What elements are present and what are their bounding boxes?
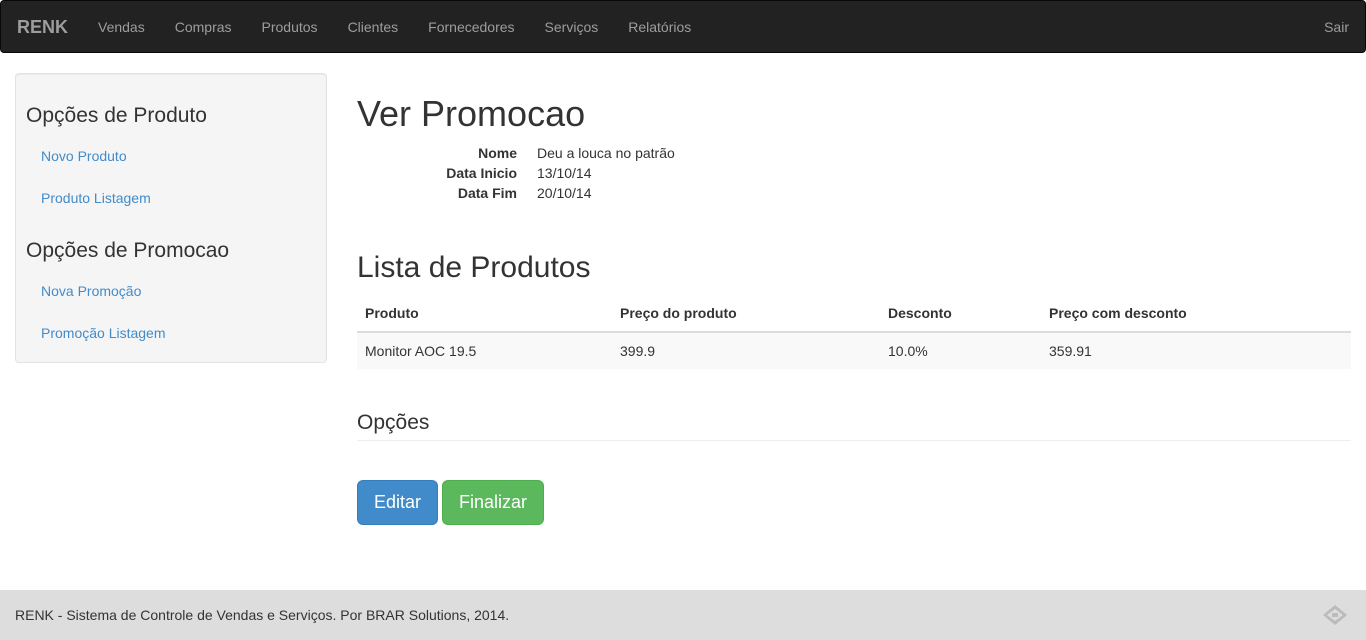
brand-link[interactable]: RENK [17,17,68,38]
logout-link[interactable]: Sair [1324,19,1349,35]
products-table: Produto Preço do produto Desconto Preço … [357,295,1351,369]
data-inicio-label: Data Inicio [446,165,517,181]
data-fim-value: 20/10/14 [537,185,592,201]
table-header-row: Produto Preço do produto Desconto Preço … [357,295,1351,333]
main-nav: Vendas Compras Produtos Clientes Fornece… [98,19,721,35]
nav-item-fornecedores[interactable]: Fornecedores [428,19,514,35]
finish-button[interactable]: Finalizar [442,480,544,525]
top-navbar: RENK Vendas Compras Produtos Clientes Fo… [0,0,1366,53]
table-row: Monitor AOC 19.5 399.9 10.0% 359.91 [357,331,1351,369]
produto-options-heading: Opções de Produto [26,104,207,127]
nome-label: Nome [478,145,517,161]
nav-item-relatorios[interactable]: Relatórios [628,19,691,35]
data-inicio-value: 13/10/14 [537,165,592,181]
feed-icon [1323,605,1347,625]
cell-preco: 399.9 [612,331,880,369]
header-desconto: Desconto [880,295,1041,333]
nav-item-servicos[interactable]: Serviços [545,19,599,35]
cell-produto: Monitor AOC 19.5 [357,331,612,369]
footer-text: RENK - Sistema de Controle de Vendas e S… [15,607,510,623]
product-list-title: Lista de Produtos [357,251,591,284]
promocao-listagem-link[interactable]: Promoção Listagem [41,325,166,341]
footer: RENK - Sistema de Controle de Vendas e S… [0,590,1366,640]
nav-item-compras[interactable]: Compras [175,19,232,35]
edit-button[interactable]: Editar [357,480,438,525]
header-preco-desconto: Preço com desconto [1041,295,1351,333]
cell-desconto: 10.0% [880,331,1041,369]
nova-promocao-link[interactable]: Nova Promoção [41,283,141,299]
cell-preco-desconto: 359.91 [1041,331,1351,369]
page-title: Ver Promocao [357,93,586,134]
novo-produto-link[interactable]: Novo Produto [41,148,127,164]
nome-value: Deu a louca no patrão [537,145,675,161]
header-produto: Produto [357,295,612,333]
nav-item-clientes[interactable]: Clientes [348,19,399,35]
detail-row-nome: Nome Deu a louca no patrão [357,143,757,163]
detail-row-fim: Data Fim 20/10/14 [357,183,757,203]
promotion-details: Nome Deu a louca no patrão Data Inicio 1… [357,143,757,203]
sidebar: Opções de Produto Novo Produto Produto L… [15,73,327,363]
header-preco: Preço do produto [612,295,880,333]
promocao-options-heading: Opções de Promocao [26,239,230,262]
produto-listagem-link[interactable]: Produto Listagem [41,190,151,206]
nav-item-produtos[interactable]: Produtos [262,19,318,35]
data-fim-label: Data Fim [457,185,517,201]
nav-item-vendas[interactable]: Vendas [98,19,145,35]
options-heading: Opções [357,411,1351,441]
detail-row-inicio: Data Inicio 13/10/14 [357,163,757,183]
